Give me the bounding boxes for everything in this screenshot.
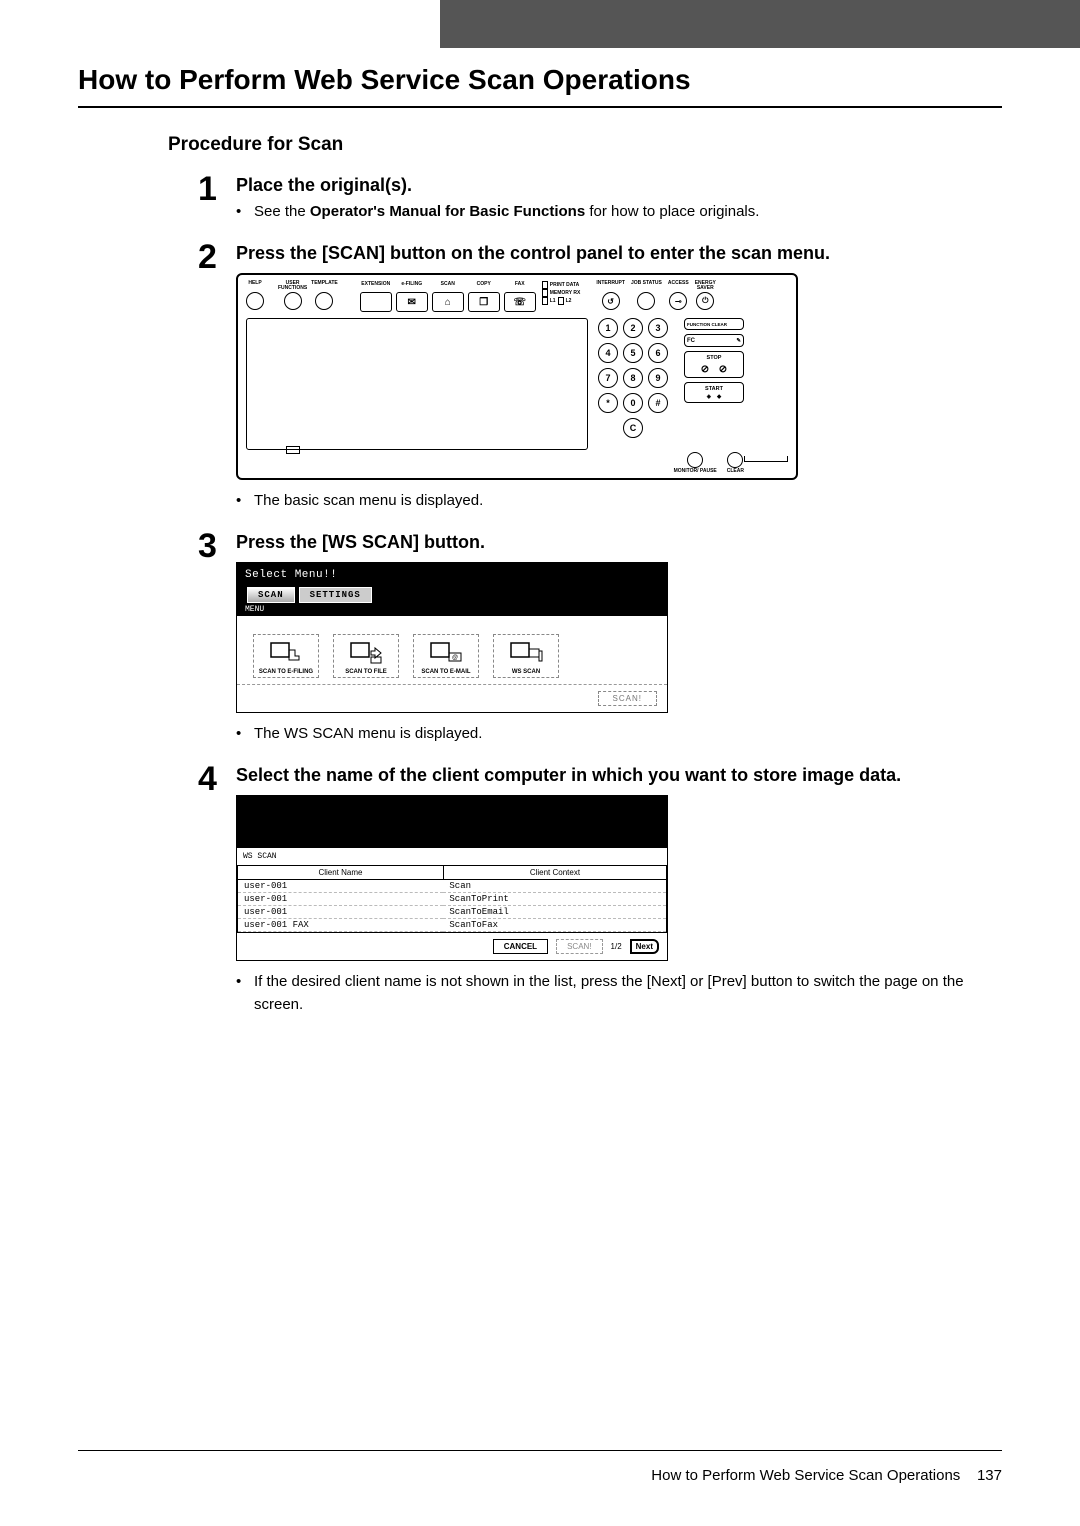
- wsscan-next-button[interactable]: Next: [630, 939, 659, 954]
- client-name-cell: user-001: [238, 880, 444, 893]
- header-tab-bar: [440, 0, 1080, 48]
- col-client-name: Client Name: [238, 866, 444, 880]
- panel-touchscreen[interactable]: [246, 318, 588, 450]
- step-number: 3: [198, 529, 236, 756]
- step-1-bullet: • See the Operator's Manual for Basic Fu…: [236, 201, 1002, 224]
- page-title: How to Perform Web Service Scan Operatio…: [78, 64, 1002, 108]
- step-2-after: •The basic scan menu is displayed.: [236, 490, 1002, 513]
- scan-menu-screen: Select Menu!! SCAN SETTINGS MENU: [236, 562, 668, 713]
- panel-access-button[interactable]: ACCESS⊸: [668, 281, 689, 312]
- panel-fax-button[interactable]: FAX☏: [504, 281, 536, 312]
- scan-to-file-button[interactable]: SCAN TO FILE: [333, 634, 399, 678]
- section-title: Procedure for Scan: [168, 134, 1002, 156]
- panel-indicators: PRINT DATA MEMORY RX L1L2: [542, 281, 581, 312]
- clear-button[interactable]: CLEAR: [727, 452, 744, 474]
- step-number: 4: [198, 762, 236, 1026]
- step-number: 1: [198, 172, 236, 234]
- table-row[interactable]: user-001ScanToPrint: [238, 893, 667, 906]
- client-context-cell: ScanToEmail: [443, 906, 666, 919]
- panel-help-button[interactable]: HELP: [246, 281, 264, 312]
- client-context-cell: ScanToPrint: [443, 893, 666, 906]
- scanmenu-scan-button[interactable]: SCAN!: [598, 691, 657, 706]
- step-3-after: •The WS SCAN menu is displayed.: [236, 723, 1002, 746]
- table-row[interactable]: user-001ScanToEmail: [238, 906, 667, 919]
- step-4-after: •If the desired client name is not shown…: [236, 971, 1002, 1016]
- step-2-title: Press the [SCAN] button on the control p…: [236, 242, 1002, 265]
- usb-port-icon: [286, 446, 300, 454]
- panel-copy-button[interactable]: COPY❐: [468, 281, 500, 312]
- keypad-2[interactable]: 2: [623, 318, 643, 338]
- table-row[interactable]: user-001 FAXScanToFax: [238, 919, 667, 932]
- page-footer: How to Perform Web Service Scan Operatio…: [78, 1450, 1002, 1484]
- fc-button[interactable]: FC✎: [684, 334, 744, 347]
- panel-jobstatus-button[interactable]: JOB STATUS: [631, 281, 662, 312]
- panel-interrupt-button[interactable]: INTERRUPT↺: [596, 281, 625, 312]
- panel-userfunc-button[interactable]: USER FUNCTIONS: [278, 281, 307, 312]
- keypad-9[interactable]: 9: [648, 368, 668, 388]
- col-client-context: Client Context: [443, 866, 666, 880]
- keypad-0[interactable]: 0: [623, 393, 643, 413]
- keypad-hash[interactable]: #: [648, 393, 668, 413]
- client-name-cell: user-001: [238, 893, 444, 906]
- keypad-7[interactable]: 7: [598, 368, 618, 388]
- client-context-cell: Scan: [443, 880, 666, 893]
- client-table: Client Name Client Context user-001Scanu…: [237, 865, 667, 932]
- keypad-5[interactable]: 5: [623, 343, 643, 363]
- wsscan-cancel-button[interactable]: CANCEL: [493, 939, 548, 954]
- svg-text:@: @: [452, 655, 458, 661]
- monitor-pause-button[interactable]: MONITOR/ PAUSE: [674, 452, 717, 474]
- ws-scan-button[interactable]: WS SCAN: [493, 634, 559, 678]
- control-panel-figure: HELP USER FUNCTIONS TEMPLATE EXTENSION e…: [236, 273, 1002, 480]
- scanmenu-tab-settings[interactable]: SETTINGS: [299, 587, 372, 603]
- client-context-cell: ScanToFax: [443, 919, 666, 932]
- keypad-1[interactable]: 1: [598, 318, 618, 338]
- wsscan-title: WS SCAN: [237, 848, 667, 865]
- client-name-cell: user-001: [238, 906, 444, 919]
- panel-template-button[interactable]: TEMPLATE: [311, 281, 338, 312]
- scan-to-efiling-button[interactable]: SCAN TO E-FILING: [253, 634, 319, 678]
- step-4: 4 Select the name of the client computer…: [198, 762, 1002, 1026]
- step-1: 1 Place the original(s). • See the Opera…: [198, 172, 1002, 234]
- stop-button[interactable]: STOP⊘⊘: [684, 351, 744, 378]
- step-number: 2: [198, 240, 236, 523]
- panel-efiling-button[interactable]: e-FILING✉: [396, 281, 428, 312]
- scanmenu-menulabel: MENU: [245, 605, 659, 614]
- wsscan-page-indicator: 1/2: [611, 942, 622, 951]
- wsscan-client-list-screen: WS SCAN Client Name Client Context user-…: [236, 795, 668, 961]
- wsscan-scan-button[interactable]: SCAN!: [556, 939, 602, 954]
- keypad-c[interactable]: C: [623, 418, 643, 438]
- scanmenu-tab-scan[interactable]: SCAN: [247, 587, 295, 603]
- keypad-6[interactable]: 6: [648, 343, 668, 363]
- client-name-cell: user-001 FAX: [238, 919, 444, 932]
- scan-to-email-button[interactable]: @ SCAN TO E-MAIL: [413, 634, 479, 678]
- step-3: 3 Press the [WS SCAN] button. Select Men…: [198, 529, 1002, 756]
- start-button[interactable]: START◈◆: [684, 382, 744, 403]
- step-4-title: Select the name of the client computer i…: [236, 764, 1002, 787]
- keypad-4[interactable]: 4: [598, 343, 618, 363]
- panel-extension-button[interactable]: EXTENSION: [360, 281, 392, 312]
- keypad-8[interactable]: 8: [623, 368, 643, 388]
- panel-slot: [744, 456, 788, 462]
- function-clear-button[interactable]: FUNCTION CLEAR: [684, 318, 744, 330]
- step-1-title: Place the original(s).: [236, 174, 1002, 197]
- keypad-star[interactable]: *: [598, 393, 618, 413]
- step-3-title: Press the [WS SCAN] button.: [236, 531, 1002, 554]
- panel-scan-button[interactable]: SCAN⌂: [432, 281, 464, 312]
- table-row[interactable]: user-001Scan: [238, 880, 667, 893]
- scanmenu-title: Select Menu!!: [245, 569, 659, 581]
- keypad-3[interactable]: 3: [648, 318, 668, 338]
- step-2: 2 Press the [SCAN] button on the control…: [198, 240, 1002, 523]
- panel-energysaver-button[interactable]: ENERGY SAVER⏻: [695, 281, 716, 312]
